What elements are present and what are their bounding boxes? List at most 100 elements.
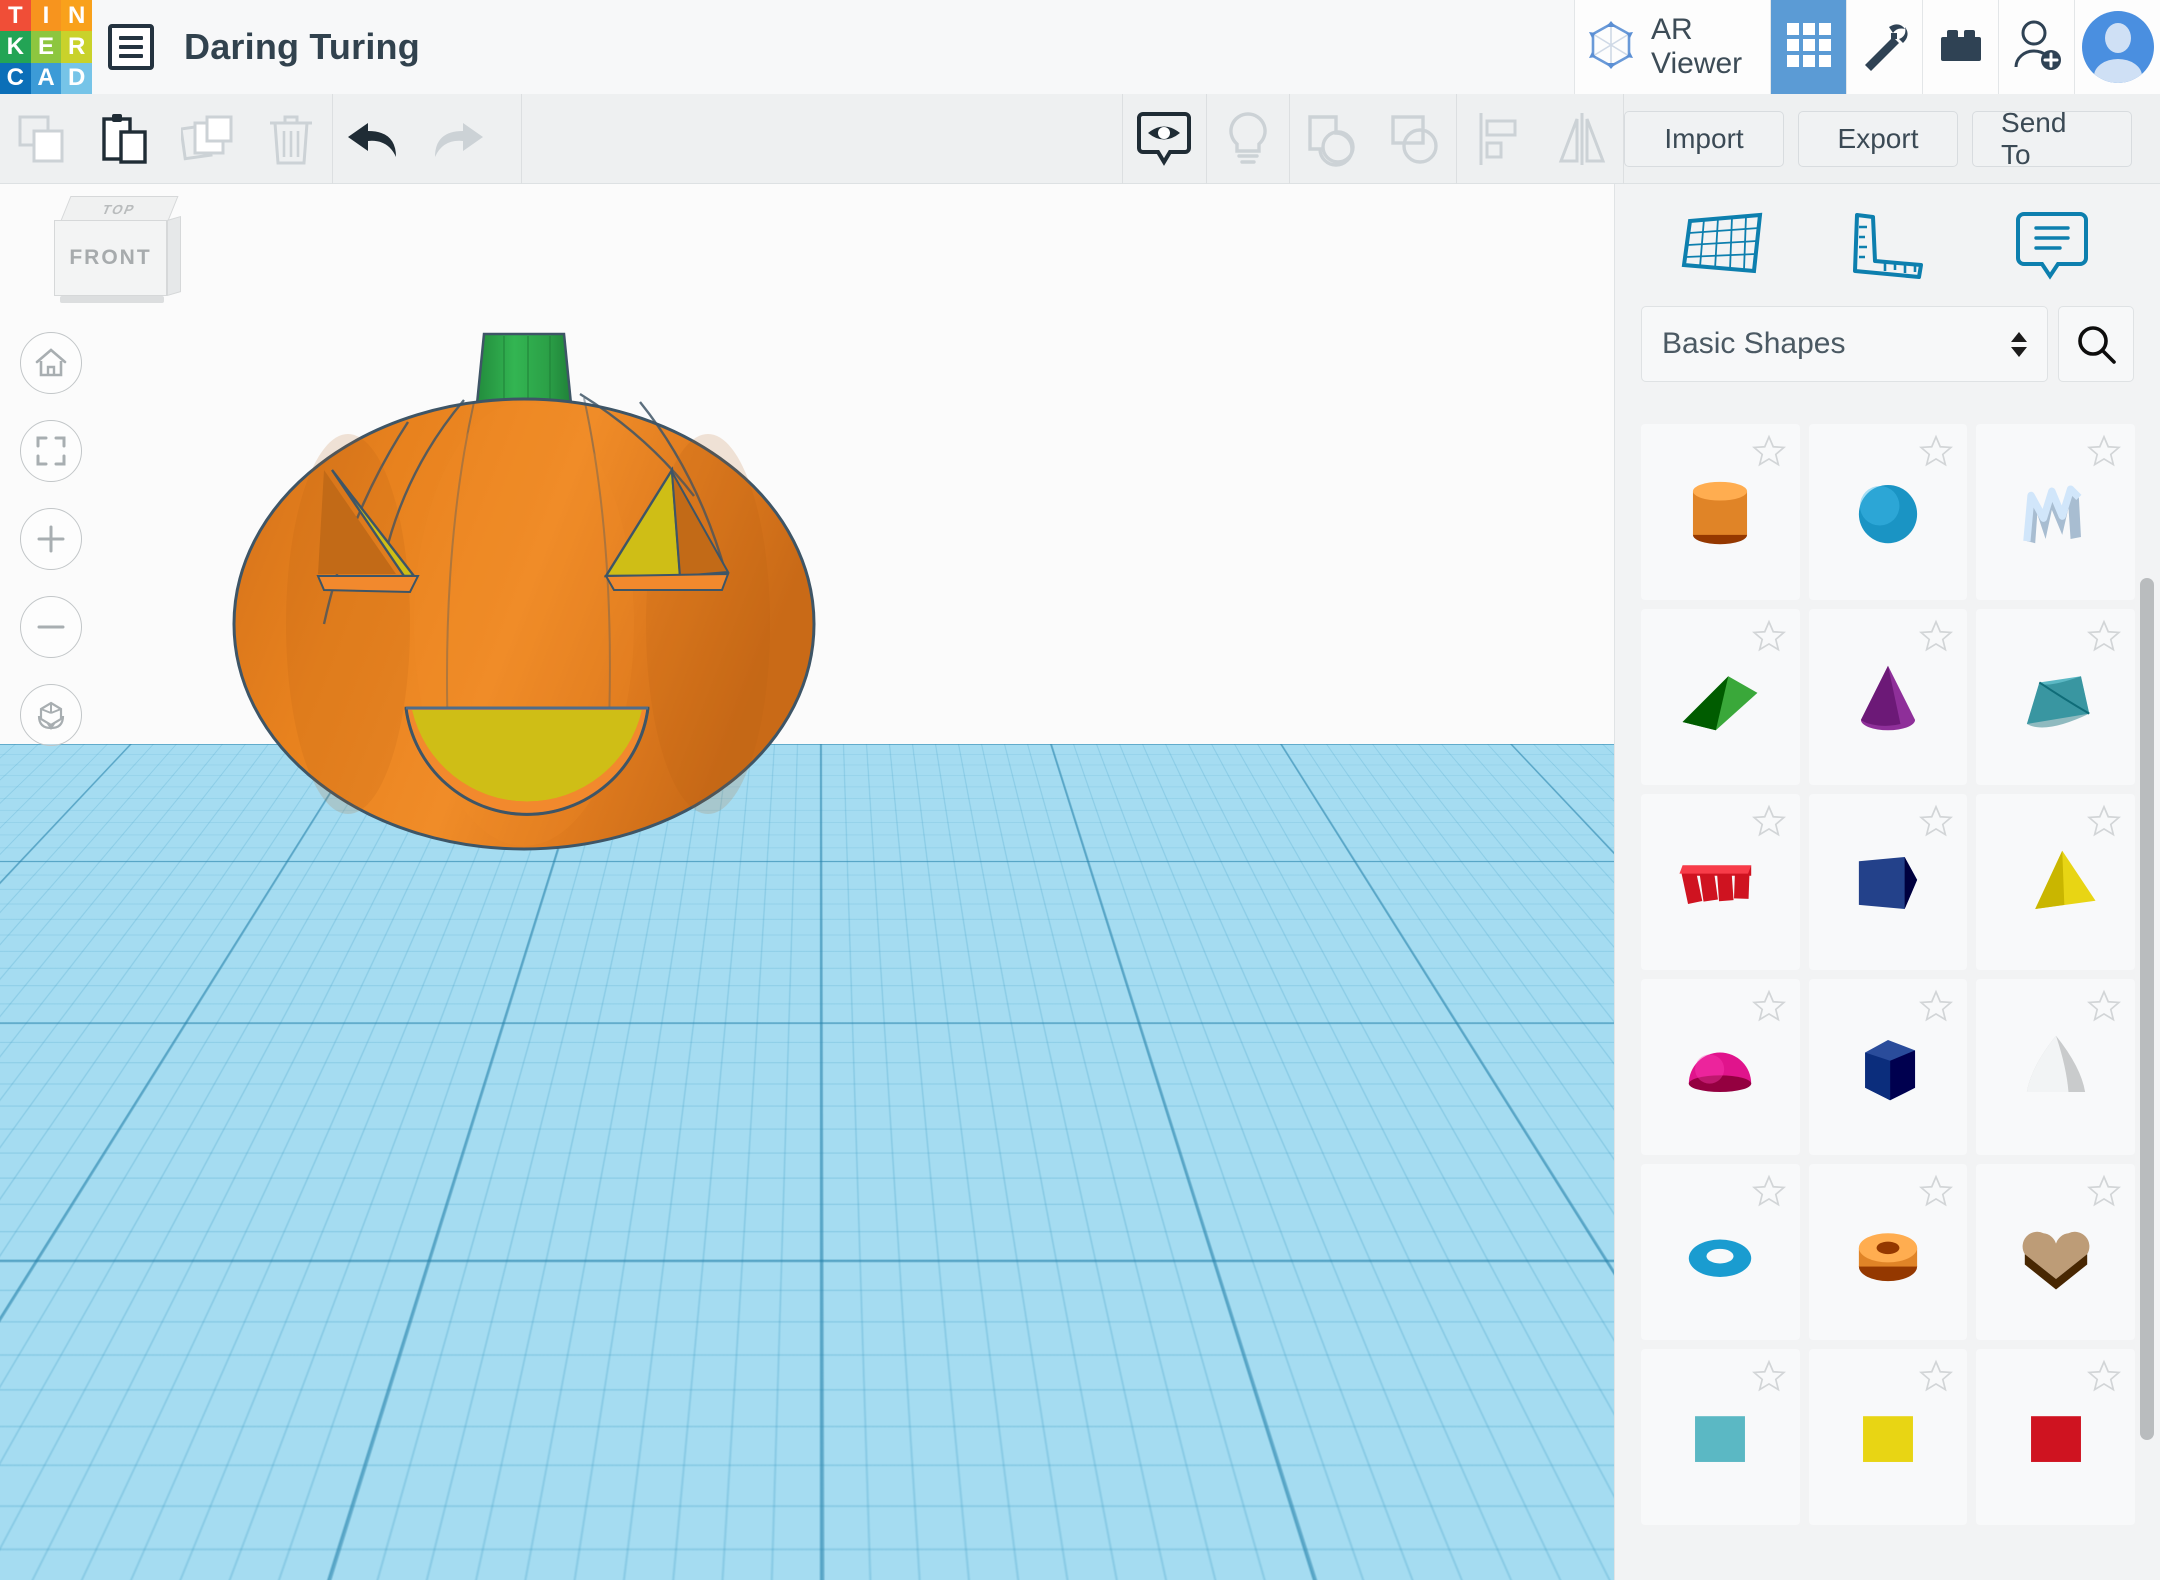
favorite-star-icon[interactable] <box>2087 619 2121 653</box>
favorite-star-icon[interactable] <box>1919 1359 1953 1393</box>
shape-item-heart-shape[interactable] <box>1976 1164 2135 1340</box>
fit-brackets-icon <box>35 435 67 467</box>
zoom-out-button[interactable] <box>20 596 82 658</box>
workplane-tab[interactable] <box>1675 197 1771 293</box>
shape-item-pyramid-shape[interactable] <box>1976 794 2135 970</box>
mirror-button[interactable] <box>1540 94 1623 184</box>
zoom-in-button[interactable] <box>20 508 82 570</box>
group-button[interactable] <box>1290 94 1373 184</box>
import-button[interactable]: Import <box>1624 111 1784 167</box>
shape-item-tube-shape[interactable] <box>1809 1164 1968 1340</box>
ortho-perspective-button[interactable] <box>20 684 82 746</box>
search-icon <box>2074 322 2118 366</box>
send-to-button[interactable]: Send To <box>1972 111 2132 167</box>
light-button[interactable] <box>1206 94 1289 184</box>
favorite-star-icon[interactable] <box>2087 1174 2121 1208</box>
tinkercad-logo[interactable]: TINKERCAD <box>0 0 92 94</box>
shape-item-sphere-shape[interactable] <box>1809 424 1968 600</box>
settings-button[interactable]: Settings <box>1447 1442 1594 1496</box>
visibility-button[interactable] <box>1123 94 1206 184</box>
home-icon <box>34 347 68 379</box>
shape-panel-scrollbar[interactable] <box>2140 578 2154 1440</box>
page-title[interactable]: Daring Turing <box>170 0 420 94</box>
grid-plane-icon <box>1680 209 1766 281</box>
ungroup-button[interactable] <box>1373 94 1456 184</box>
redo-icon <box>425 115 489 163</box>
shape-item-cylinder-shape[interactable] <box>1641 424 1800 600</box>
favorite-star-icon[interactable] <box>1752 434 1786 468</box>
favorite-star-icon[interactable] <box>1752 804 1786 838</box>
shape-item-polygon-shape[interactable] <box>1809 979 1968 1155</box>
note-bubble-icon <box>2014 208 2090 282</box>
undo-button[interactable] <box>333 94 416 184</box>
shape-item-box-shape[interactable] <box>1809 794 1968 970</box>
favorite-star-icon[interactable] <box>1919 1174 1953 1208</box>
shape-item-shape-18[interactable] <box>1976 1349 2135 1525</box>
shape-item-cone-shape[interactable] <box>1809 609 1968 785</box>
shape-item-wedge-shape[interactable] <box>1641 609 1800 785</box>
duplicate-button[interactable] <box>166 94 249 184</box>
redo-button[interactable] <box>416 94 499 184</box>
shape-item-paraboloid-shape[interactable] <box>1976 979 2135 1155</box>
favorite-star-icon[interactable] <box>1919 804 1953 838</box>
logo-tile-t: T <box>0 0 31 31</box>
favorite-star-icon[interactable] <box>1919 619 1953 653</box>
favorite-star-icon[interactable] <box>2087 804 2121 838</box>
mirror-icon <box>1555 111 1609 167</box>
view-cube-top[interactable]: TOP <box>60 196 179 222</box>
ar-viewer-button[interactable]: AR Viewer <box>1574 0 1770 94</box>
paste-icon <box>99 112 151 166</box>
panel-collapse-handle[interactable]: › <box>1572 820 1616 938</box>
shape-item-scribble-shape[interactable] <box>1976 424 2135 600</box>
toolbar-divider-2 <box>521 94 522 184</box>
view-cube-front[interactable]: FRONT <box>54 220 167 296</box>
favorite-star-icon[interactable] <box>1919 989 1953 1023</box>
plus-icon <box>35 523 67 555</box>
shape-item-text-shape[interactable] <box>1641 794 1800 970</box>
topbar-spacer <box>420 0 1574 94</box>
favorite-star-icon[interactable] <box>1752 619 1786 653</box>
view-cube[interactable]: TOP FRONT <box>46 196 182 316</box>
account-menu-button[interactable] <box>2074 0 2160 94</box>
shape-search-button[interactable] <box>2058 306 2134 382</box>
jack-o-lantern-model[interactable] <box>228 324 868 864</box>
favorite-star-icon[interactable] <box>1752 989 1786 1023</box>
favorite-star-icon[interactable] <box>2087 434 2121 468</box>
shape-category-select[interactable]: Basic Shapes <box>1641 306 2048 382</box>
3d-workplane-canvas[interactable]: TOP FRONT <box>0 184 1614 1580</box>
logo-tile-i: I <box>31 0 62 31</box>
favorite-star-icon[interactable] <box>2087 989 2121 1023</box>
favorite-star-icon[interactable] <box>1919 434 1953 468</box>
fit-view-button[interactable] <box>20 420 82 482</box>
project-list-button[interactable] <box>92 0 170 94</box>
shape-item-half-sphere-shape[interactable] <box>1641 979 1800 1155</box>
pickaxe-icon <box>1859 19 1911 76</box>
align-button[interactable] <box>1457 94 1540 184</box>
home-view-button[interactable] <box>20 332 82 394</box>
blocks-mode-button[interactable] <box>1770 0 1846 94</box>
shape-item-torus-shape[interactable] <box>1641 1164 1800 1340</box>
view-cube-right[interactable] <box>167 216 181 296</box>
notes-tab[interactable] <box>2004 197 2100 293</box>
snap-grid-select[interactable]: 1.0 mm <box>1414 1510 1594 1564</box>
ruler-tab[interactable] <box>1839 197 1935 293</box>
logo-tile-e: E <box>31 31 62 62</box>
list-icon <box>108 24 154 70</box>
export-button[interactable]: Export <box>1798 111 1958 167</box>
favorite-star-icon[interactable] <box>2087 1359 2121 1393</box>
paste-button[interactable] <box>83 94 166 184</box>
delete-button[interactable] <box>249 94 332 184</box>
invite-people-button[interactable] <box>1998 0 2074 94</box>
group-icon <box>1304 111 1360 167</box>
favorite-star-icon[interactable] <box>1752 1174 1786 1208</box>
view-cube-shadow <box>60 296 164 303</box>
shape-item-shape-16[interactable] <box>1641 1349 1800 1525</box>
orbit-indicator[interactable] <box>22 1356 218 1552</box>
lego-mode-button[interactable] <box>1922 0 1998 94</box>
snap-grid-value: 1.0 mm <box>1435 1521 1532 1554</box>
favorite-star-icon[interactable] <box>1752 1359 1786 1393</box>
shape-item-shape-17[interactable] <box>1809 1349 1968 1525</box>
shape-item-roof-shape[interactable] <box>1976 609 2135 785</box>
minecraft-mode-button[interactable] <box>1846 0 1922 94</box>
copy-button[interactable] <box>0 94 83 184</box>
